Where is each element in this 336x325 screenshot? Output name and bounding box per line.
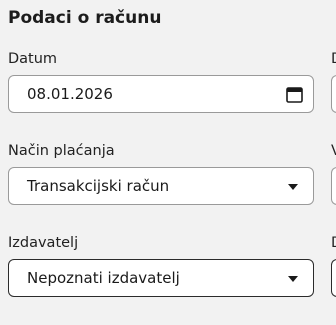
date-input[interactable]: 08.01.2026 xyxy=(8,75,314,113)
payment-method-select[interactable]: Transakcijski račun xyxy=(8,167,314,205)
calendar-icon[interactable] xyxy=(286,86,303,103)
chevron-down-icon xyxy=(288,184,298,190)
date-value: 08.01.2026 xyxy=(27,85,113,103)
section-title: Podaci o računu xyxy=(8,8,162,28)
chevron-down-icon xyxy=(288,276,298,282)
payment-method-value: Transakcijski račun xyxy=(27,177,170,195)
issuer-value: Nepoznati izdavatelj xyxy=(27,269,180,287)
issuer-label: Izdavatelj xyxy=(8,235,79,251)
date-label: Datum xyxy=(8,51,58,67)
right-column-label-1: D xyxy=(331,51,336,67)
right-column-field-3[interactable] xyxy=(331,259,336,297)
right-column-label-2: V xyxy=(331,143,336,159)
issuer-select[interactable]: Nepoznati izdavatelj xyxy=(8,259,314,297)
right-column-field-2[interactable] xyxy=(331,167,336,205)
right-column-field-1[interactable] xyxy=(331,75,336,113)
right-column-label-3: D xyxy=(331,235,336,251)
payment-method-label: Način plaćanja xyxy=(8,143,115,159)
